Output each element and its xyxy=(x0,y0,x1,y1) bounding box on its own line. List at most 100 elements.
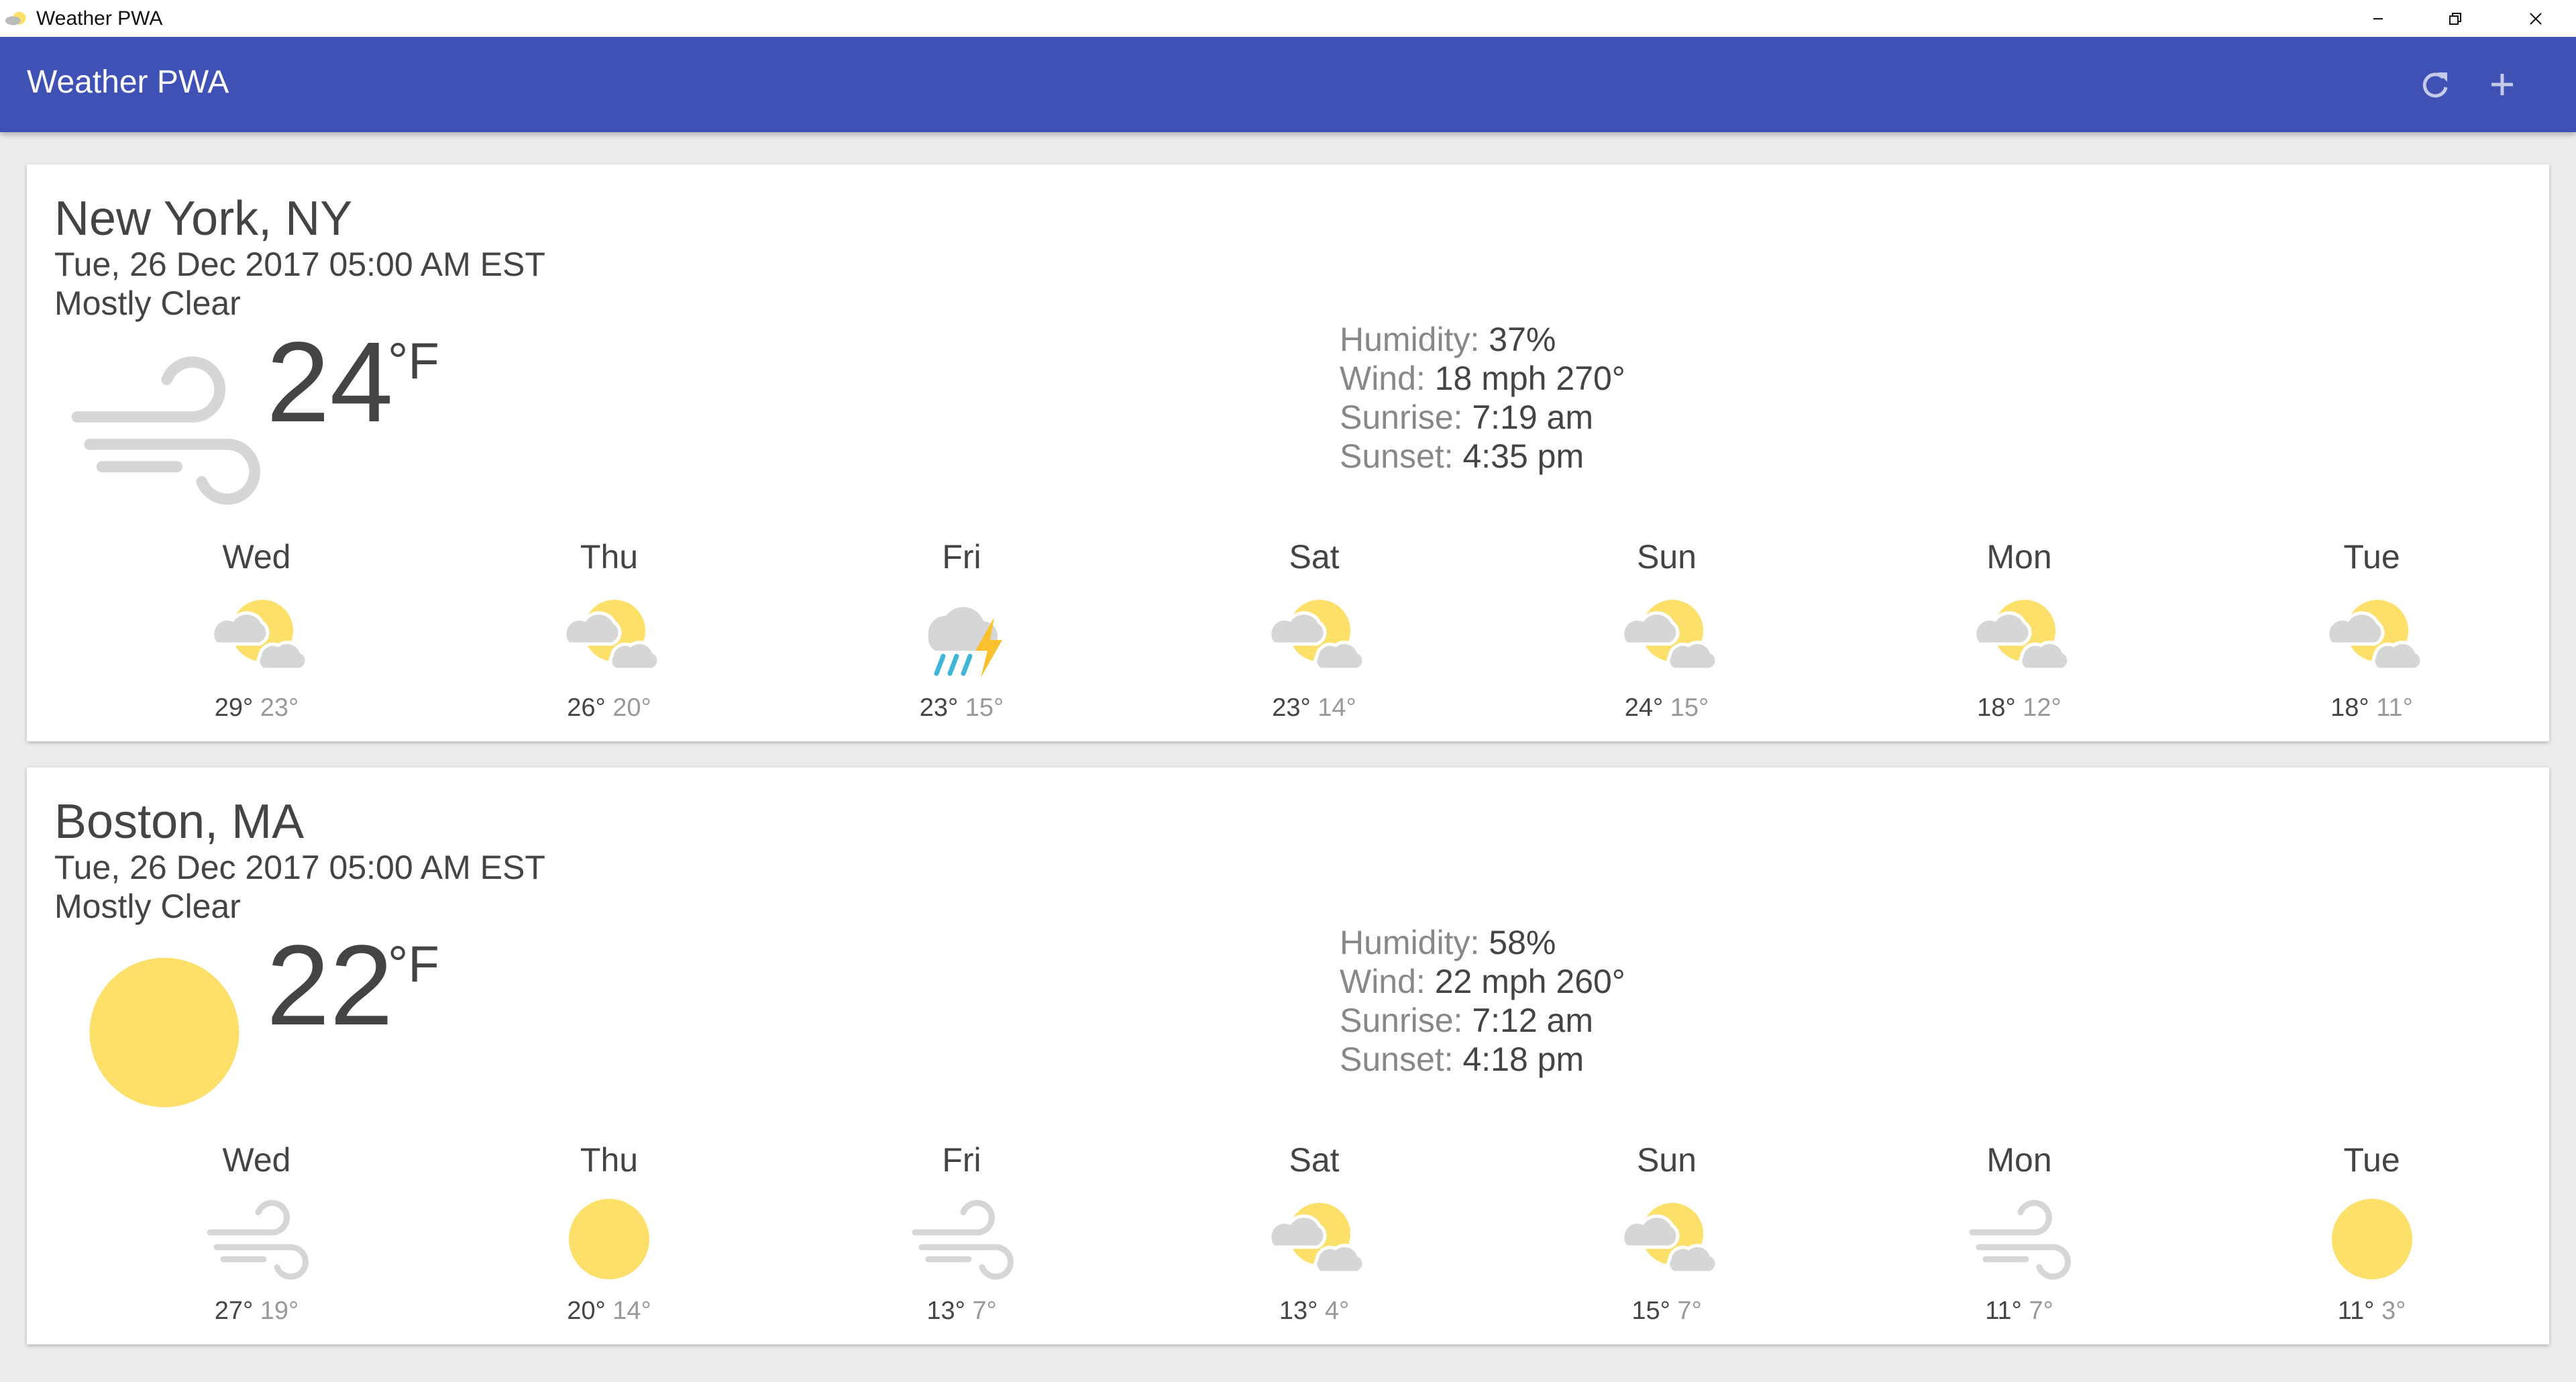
partly-cloudy-icon xyxy=(563,600,661,672)
partly-cloudy-icon xyxy=(1268,1203,1366,1275)
wind-icon xyxy=(71,356,260,505)
forecast-high: 23° xyxy=(1272,694,1311,722)
forecast-day: Tue 18° 11° xyxy=(2196,537,2548,723)
minimize-icon xyxy=(2373,17,2383,19)
forecast-day-name: Sat xyxy=(1289,538,1340,576)
sunset-row: Sunset: 4:18 pm xyxy=(1340,1040,1625,1079)
forecast-day-name: Sat xyxy=(1289,1141,1340,1179)
forecast-day-name: Thu xyxy=(580,1141,639,1179)
weather-card: Boston, MA Tue, 26 Dec 2017 05:00 AM EST… xyxy=(27,767,2549,1344)
forecast-day: Fri 13° 7° xyxy=(786,1140,1138,1326)
location-name: New York, NY xyxy=(54,192,353,246)
date-time: Tue, 26 Dec 2017 05:00 AM EST xyxy=(54,849,545,886)
forecast-day: Mon 18° 12° xyxy=(1843,537,2196,723)
partly-cloudy-icon xyxy=(210,600,308,672)
weather-details: Humidity: 37% Wind: 18 mph 270° Sunrise:… xyxy=(1340,320,1625,476)
forecast-temps: 27° 19° xyxy=(80,1297,433,1326)
forecast-high: 11° xyxy=(2337,1297,2375,1325)
partly-cloudy-icon xyxy=(1973,600,2071,672)
close-icon xyxy=(2530,12,2542,25)
forecast-day-name: Wed xyxy=(222,1141,291,1179)
close-button[interactable] xyxy=(2502,0,2569,37)
sun-icon xyxy=(89,957,239,1108)
humidity-value: 58% xyxy=(1489,924,1556,961)
forecast-day: Mon 11° 7° xyxy=(1843,1140,2196,1326)
forecast-low: 14° xyxy=(612,1297,651,1325)
forecast-high: 27° xyxy=(214,1297,254,1325)
temperature-scale: °F xyxy=(388,936,439,993)
humidity-label: Humidity: xyxy=(1340,924,1480,961)
forecast-high: 20° xyxy=(567,1297,606,1325)
wind-icon xyxy=(207,1200,309,1280)
sunset-label: Sunset: xyxy=(1340,437,1454,475)
forecast-temps: 18° 12° xyxy=(1843,694,2196,723)
forecast-day: Wed 29° 23° xyxy=(80,537,433,723)
weather-details: Humidity: 58% Wind: 22 mph 260° Sunrise:… xyxy=(1340,923,1625,1079)
forecast-day: Wed 27° 19° xyxy=(80,1140,433,1326)
sunrise-label: Sunrise: xyxy=(1340,1002,1463,1039)
forecast-day-name: Mon xyxy=(1986,538,2052,576)
forecast-high: 18° xyxy=(2330,694,2369,722)
forecast-day: Thu 20° 14° xyxy=(433,1140,786,1326)
add-icon xyxy=(2491,74,2513,95)
window-title: Weather PWA xyxy=(36,7,163,30)
sunset-value: 4:35 pm xyxy=(1462,437,1585,475)
forecast-high: 15° xyxy=(1631,1297,1670,1325)
forecast-low: 12° xyxy=(2023,694,2061,722)
forecast-day: Fri 23° 15° xyxy=(786,537,1138,723)
restore-button[interactable] xyxy=(2422,0,2489,37)
forecast-temps: 29° 23° xyxy=(80,694,433,723)
sunrise-label: Sunrise: xyxy=(1340,398,1463,436)
forecast-low: 3° xyxy=(2381,1297,2406,1325)
current-temperature: 24 xyxy=(266,319,394,446)
forecast-temps: 11° 3° xyxy=(2196,1297,2548,1326)
app-header: Weather PWA xyxy=(0,37,2576,132)
forecast-day-name: Tue xyxy=(2343,538,2400,576)
forecast-day: Sat 13° 4° xyxy=(1138,1140,1491,1326)
forecast-day-name: Sun xyxy=(1637,538,1697,576)
partly-cloudy-icon xyxy=(1620,600,1718,672)
humidity-row: Humidity: 37% xyxy=(1340,320,1625,359)
forecast-day: Tue 11° 3° xyxy=(2196,1140,2548,1326)
forecast-low: 7° xyxy=(972,1297,997,1325)
forecast-high: 11° xyxy=(1985,1297,2022,1325)
add-city-button[interactable] xyxy=(2479,61,2526,108)
sunrise-row: Sunrise: 7:19 am xyxy=(1340,398,1625,437)
forecast-day: Sat 23° 14° xyxy=(1138,537,1491,723)
forecast-high: 18° xyxy=(1977,694,2016,722)
date-time: Tue, 26 Dec 2017 05:00 AM EST xyxy=(54,246,545,283)
forecast-temps: 15° 7° xyxy=(1491,1297,1843,1326)
forecast-temps: 11° 7° xyxy=(1843,1297,2196,1326)
humidity-row: Humidity: 58% xyxy=(1340,923,1625,962)
forecast-temps: 20° 14° xyxy=(433,1297,786,1326)
minimize-button[interactable] xyxy=(2345,0,2412,37)
forecast-day-name: Fri xyxy=(942,1141,981,1179)
wind-row: Wind: 18 mph 270° xyxy=(1340,359,1625,398)
sunrise-row: Sunrise: 7:12 am xyxy=(1340,1001,1625,1040)
forecast-day-name: Thu xyxy=(580,538,639,576)
sunset-value: 4:18 pm xyxy=(1462,1041,1585,1078)
forecast-low: 11° xyxy=(2376,694,2413,722)
weather-description: Mostly Clear xyxy=(54,888,241,925)
forecast-day-name: Fri xyxy=(942,538,981,576)
refresh-button[interactable] xyxy=(2412,61,2459,108)
sunset-row: Sunset: 4:35 pm xyxy=(1340,437,1625,476)
wind-label: Wind: xyxy=(1340,963,1426,1000)
forecast-low: 7° xyxy=(2029,1297,2053,1325)
forecast-day: Sun 15° 7° xyxy=(1491,1140,1843,1326)
partly-cloudy-icon xyxy=(1620,1203,1718,1275)
sunrise-value: 7:12 am xyxy=(1472,1002,1594,1039)
sun-icon xyxy=(2331,1199,2412,1279)
forecast-low: 4° xyxy=(1324,1297,1350,1325)
forecast-low: 19° xyxy=(260,1297,299,1325)
wind-icon xyxy=(912,1200,1014,1280)
sunset-label: Sunset: xyxy=(1340,1041,1454,1078)
forecast-low: 7° xyxy=(1677,1297,1702,1325)
forecast-temps: 24° 15° xyxy=(1491,694,1843,723)
forecast-low: 15° xyxy=(965,694,1004,722)
app-icon xyxy=(5,11,26,25)
forecast-temps: 13° 4° xyxy=(1138,1297,1491,1326)
forecast-day-name: Wed xyxy=(222,538,291,576)
refresh-icon xyxy=(2422,72,2448,98)
partly-cloudy-icon xyxy=(2325,600,2423,672)
